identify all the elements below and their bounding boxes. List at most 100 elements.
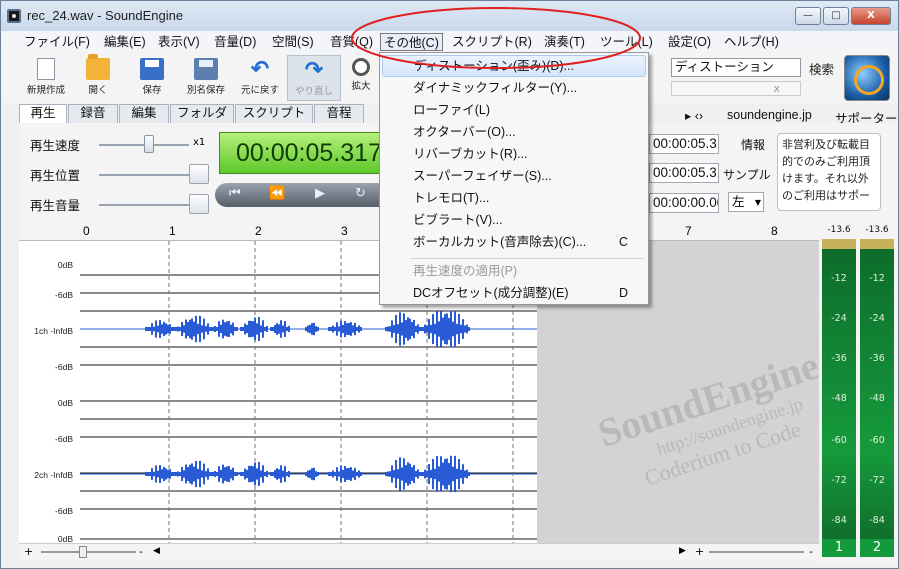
soundengine-logo-icon[interactable] xyxy=(844,55,890,101)
position-slider-thumb[interactable] xyxy=(189,164,209,184)
waveform-sample xyxy=(189,464,191,484)
rewind-icon[interactable]: ⏪ xyxy=(269,186,285,201)
zoom-in-button-2[interactable]: + xyxy=(695,545,704,558)
loop-icon[interactable]: ↻ xyxy=(355,186,366,201)
waveform-sample xyxy=(226,466,228,482)
waveform-sample xyxy=(315,326,317,332)
menu-item-lofi[interactable]: ローファイ(L) xyxy=(382,99,646,121)
undo-button[interactable]: ↶ 元に戻す xyxy=(233,55,287,101)
menu-item-octaver[interactable]: オクターバー(O)... xyxy=(382,121,646,143)
waveform-sample xyxy=(458,313,460,345)
zoom-slider-track[interactable] xyxy=(41,551,136,553)
waveform-sample xyxy=(391,320,393,338)
waveform-sample xyxy=(358,470,360,478)
menu-play[interactable]: 演奏(T) xyxy=(541,33,588,51)
search-clear-button[interactable]: x xyxy=(671,81,801,96)
waveform-sample xyxy=(389,471,391,477)
tab-folder[interactable]: フォルダ xyxy=(170,104,234,123)
close-button[interactable]: X xyxy=(851,7,891,25)
zoom-slider-thumb[interactable] xyxy=(79,546,87,558)
scroll-right-icon[interactable]: ▶ xyxy=(679,546,686,556)
scroll-left-icon[interactable]: ◀ xyxy=(153,546,160,556)
waveform-sample xyxy=(280,320,282,338)
time-field-1[interactable]: 00:00:05.317 xyxy=(649,134,719,154)
speed-slider-thumb[interactable] xyxy=(144,135,154,153)
waveform-sample xyxy=(426,325,428,333)
zoom-in-button[interactable]: + xyxy=(24,545,33,558)
menu-item-dc-offset[interactable]: DCオフセット(成分調整)(E) D xyxy=(382,282,646,304)
waveform-sample xyxy=(244,323,246,335)
volume-slider-track[interactable] xyxy=(99,204,189,206)
waveform-sample xyxy=(224,322,226,336)
menu-help[interactable]: ヘルプ(H) xyxy=(721,33,782,51)
meter-peak-bar xyxy=(860,239,894,249)
waveform-sample xyxy=(185,464,187,484)
tab-pitch[interactable]: 音程 xyxy=(314,104,364,123)
waveform-sample xyxy=(147,472,149,476)
search-button[interactable]: 検索 xyxy=(809,59,834,78)
tab-record[interactable]: 録音 xyxy=(68,104,118,123)
position-slider-track[interactable] xyxy=(99,174,189,176)
sample-label: サンプル xyxy=(723,168,771,182)
menu-view[interactable]: 表示(V) xyxy=(155,33,203,51)
time-field-3[interactable]: 00:00:00.000 xyxy=(649,193,719,213)
tab-script[interactable]: スクリプト xyxy=(235,104,313,123)
menu-item-vocal-cut[interactable]: ボーカルカット(音声除去)(C)... C xyxy=(382,231,646,253)
soundengine-window: rec_24.wav - SoundEngine — □ X ファイル(F) 編… xyxy=(0,0,899,569)
waveform-sample xyxy=(181,466,183,482)
menu-item-vibrato[interactable]: ビブラート(V)... xyxy=(382,209,646,231)
menu-item-dynamic-filter[interactable]: ダイナミックフィルター(Y)... xyxy=(382,77,646,99)
maximize-button[interactable]: □ xyxy=(823,7,849,25)
menu-item-tremolo[interactable]: トレモロ(T)... xyxy=(382,187,646,209)
volume-slider-thumb[interactable] xyxy=(189,194,209,214)
waveform-sample xyxy=(309,324,311,334)
menu-volume[interactable]: 音量(D) xyxy=(211,33,259,51)
waveform-sample xyxy=(403,313,405,345)
waveform-sample xyxy=(242,472,244,476)
time-field-2[interactable]: 00:00:05.317 xyxy=(649,163,719,183)
rewind-start-icon[interactable]: ⏮ xyxy=(229,186,241,201)
waveform-sample xyxy=(442,462,444,486)
menu-item-reverb-cut[interactable]: リバーブカット(R)... xyxy=(382,143,646,165)
save-button[interactable]: 保存 xyxy=(125,55,179,101)
meter-tick: -36 xyxy=(831,353,847,364)
waveform-sample xyxy=(434,323,436,335)
zoom-out-button[interactable]: - xyxy=(139,545,143,558)
tab-edit[interactable]: 編集 xyxy=(119,104,169,123)
waveform-sample xyxy=(151,323,153,335)
minimize-button[interactable]: — xyxy=(795,7,821,25)
open-button[interactable]: 開く xyxy=(71,54,125,101)
waveform-sample xyxy=(328,327,330,331)
save-as-button[interactable]: 別名保存 xyxy=(179,55,233,101)
waveform-sample xyxy=(163,321,165,337)
menu-edit[interactable]: 編集(E) xyxy=(101,33,149,51)
tab-play[interactable]: 再生 xyxy=(19,104,67,124)
waveform-sample xyxy=(155,320,157,338)
menu-item-super-phaser[interactable]: スーパーフェイザー(S)... xyxy=(382,165,646,187)
menu-quality[interactable]: 音質(Q) xyxy=(327,33,376,51)
play-icon[interactable]: ▶ xyxy=(315,186,325,201)
zoom-button[interactable]: 拡大 xyxy=(341,55,381,101)
waveform-sample xyxy=(203,318,205,340)
menu-settings[interactable]: 設定(O) xyxy=(665,33,714,51)
waveform-sample xyxy=(456,468,458,480)
vzoom-slider-track[interactable] xyxy=(709,551,804,553)
menu-other[interactable]: その他(C) xyxy=(380,33,443,51)
site-link[interactable]: soundengine.jp xyxy=(727,108,812,122)
nav-arrows[interactable]: ▸ ‹› xyxy=(685,108,703,123)
menu-tools[interactable]: ツール(L) xyxy=(597,33,656,51)
zoom-out-button-2[interactable]: - xyxy=(809,545,813,558)
menu-space[interactable]: 空間(S) xyxy=(269,33,317,51)
search-input[interactable]: ディストーション xyxy=(671,58,801,77)
peak-right: -13.6 xyxy=(865,225,889,235)
menu-file[interactable]: ファイル(F) xyxy=(21,33,93,51)
menu-item-distortion[interactable]: ディストーション(歪み)(D)... xyxy=(382,55,646,77)
horizontal-scrollbar[interactable]: + - ◀ ▶ + - xyxy=(19,543,819,560)
waveform-sample xyxy=(452,466,454,482)
new-button[interactable]: 新規作成 xyxy=(19,55,73,101)
info-label: 情報 xyxy=(741,138,766,152)
menu-script[interactable]: スクリプト(R) xyxy=(449,33,535,51)
redo-button[interactable]: ↷ やり直し xyxy=(287,55,341,101)
channel-select[interactable]: 左 xyxy=(728,192,764,212)
meter-tick: -72 xyxy=(831,475,847,486)
